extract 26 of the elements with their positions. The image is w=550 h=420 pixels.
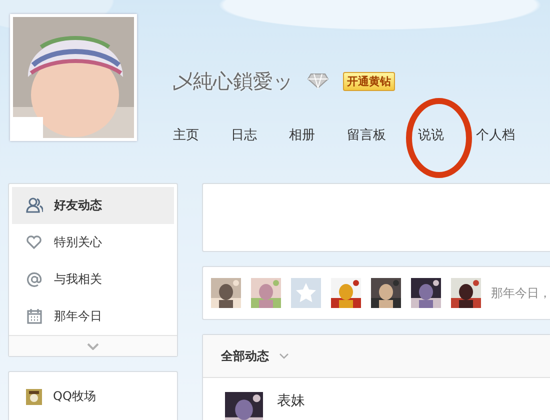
nav-tab[interactable]: 日志 — [231, 126, 257, 144]
vip-badge[interactable]: 开通黄钻 — [343, 72, 395, 90]
calendar-icon — [27, 308, 42, 324]
app-item[interactable]: QQ牧场 — [12, 378, 174, 415]
feed-filter[interactable]: 全部动态 — [221, 348, 269, 364]
diamond-icon — [307, 73, 329, 89]
caret-icon[interactable] — [279, 353, 289, 359]
chevron-down-icon[interactable] — [87, 342, 99, 350]
sidebar-item[interactable]: 那年今日 — [12, 298, 174, 335]
farm-icon — [26, 388, 42, 404]
sidebar-item[interactable]: 特别关心 — [12, 224, 174, 261]
composer-panel[interactable] — [202, 183, 550, 252]
user-name: 乄純心鎖愛ッ — [173, 68, 293, 94]
friends-icon — [26, 198, 43, 213]
star-avatar-icon[interactable] — [291, 278, 321, 308]
heart-icon — [26, 236, 42, 249]
nav-tab[interactable]: 主页 — [173, 126, 199, 144]
nav-tab[interactable]: 留言板 — [347, 126, 386, 144]
at-icon — [27, 272, 42, 287]
nav-tab[interactable]: 说说 — [418, 126, 444, 144]
post-author[interactable]: 表妹 — [277, 392, 305, 420]
sidebar-item[interactable]: 与我相关 — [12, 261, 174, 298]
sidebar-item[interactable]: 好友动态 — [12, 187, 174, 224]
memory-hint: 那年今日， — [491, 284, 550, 302]
nav-tab[interactable]: 相册 — [289, 126, 315, 144]
nav-tab[interactable]: 个人档 — [476, 126, 515, 144]
